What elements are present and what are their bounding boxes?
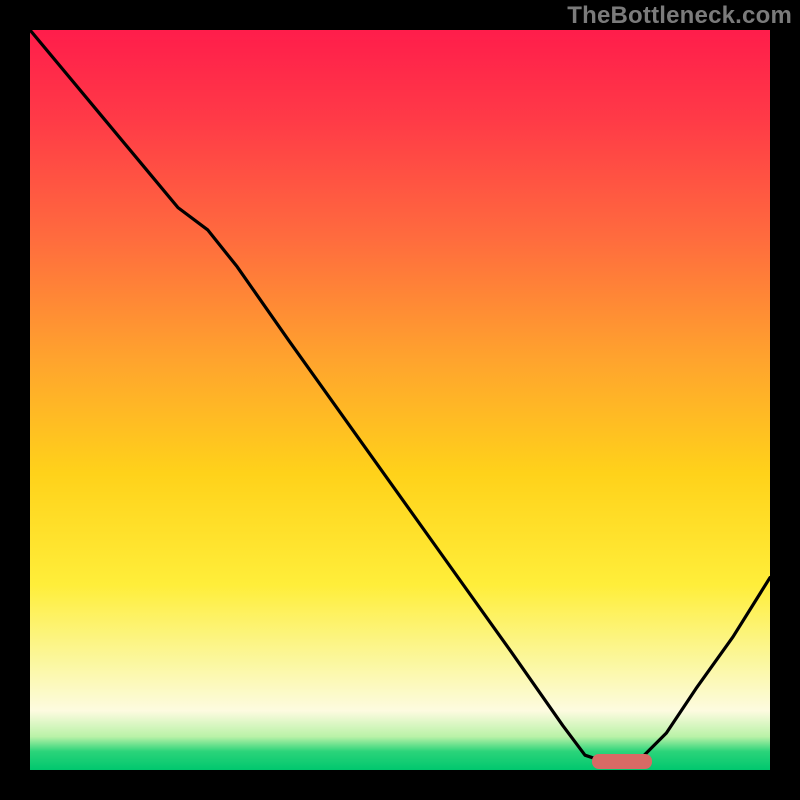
watermark-text: TheBottleneck.com: [567, 2, 792, 30]
optimum-marker: [592, 754, 651, 769]
curve-path: [30, 30, 770, 763]
bottleneck-curve: [30, 30, 770, 770]
plot-area: [30, 30, 770, 770]
chart-frame: TheBottleneck.com: [0, 0, 800, 800]
